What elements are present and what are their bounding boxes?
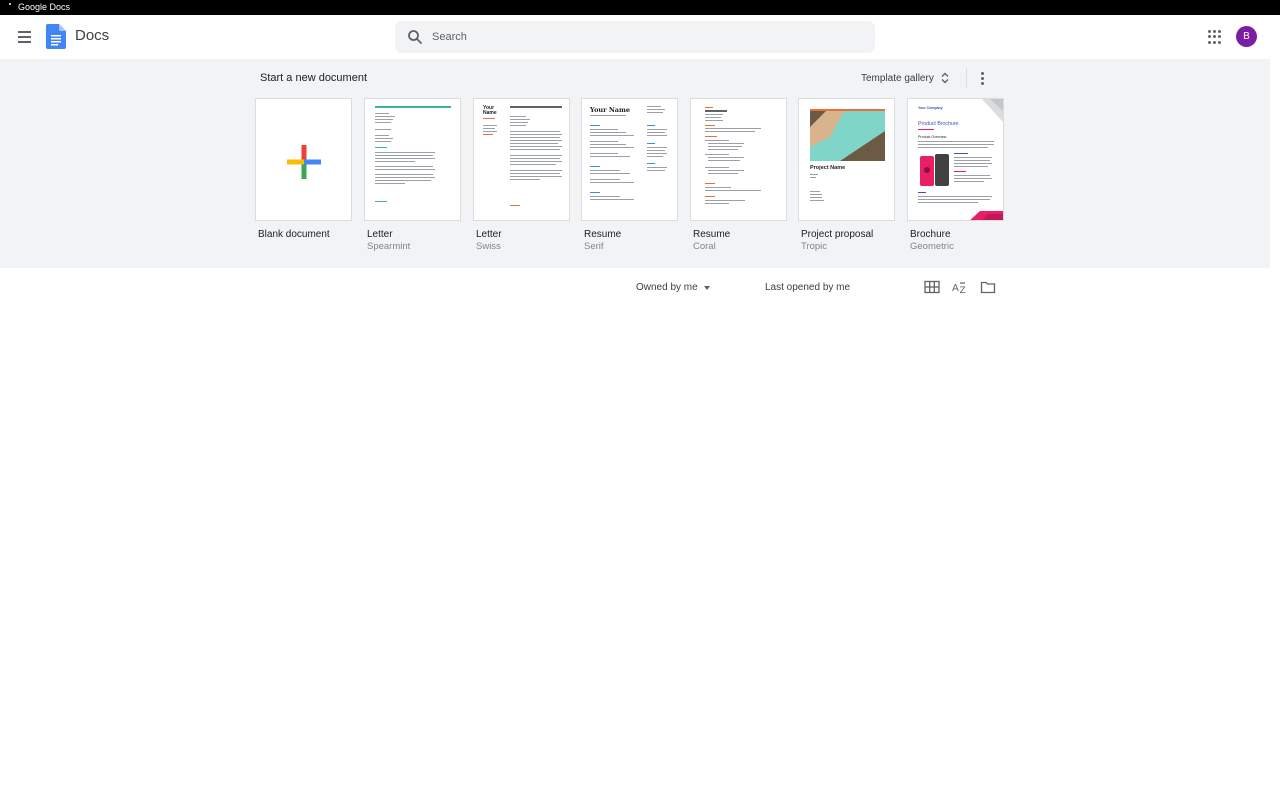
template-style: Serif: [584, 241, 604, 252]
hamburger-line: [17, 41, 31, 43]
template-card-project-proposal-tropic[interactable]: Project Name Project proposal Tropic: [798, 98, 896, 252]
thumb-subheading: Product Overview: [918, 135, 947, 139]
template-card-letter-spearmint[interactable]: Letter Spearmint: [364, 98, 462, 252]
template-name: Letter: [367, 229, 393, 240]
os-title-bar: Google Docs: [0, 0, 1280, 15]
google-apps-icon[interactable]: [1206, 28, 1224, 46]
template-thumbnail[interactable]: Project Name: [798, 98, 895, 221]
template-name: Brochure: [910, 229, 951, 240]
template-thumbnail[interactable]: [690, 98, 787, 221]
geometric-corner-art: [982, 99, 1003, 122]
divider: [966, 68, 967, 88]
template-gallery-label: Template gallery: [861, 72, 934, 84]
search-input[interactable]: [432, 21, 852, 53]
tropic-cover-art: [810, 109, 885, 161]
main-menu-button[interactable]: [12, 25, 36, 49]
thumb-heading: Your Name: [483, 105, 497, 116]
sort-button[interactable]: Last opened by me: [765, 282, 850, 293]
template-thumbnail[interactable]: Your Name: [581, 98, 678, 221]
thumb-company: Your Company: [918, 106, 943, 110]
hamburger-line: [17, 31, 31, 33]
template-thumbnail[interactable]: Your Company Product Brochure Product Ov…: [907, 98, 1004, 221]
dropdown-arrow-icon: [703, 285, 710, 290]
template-section: Start a new document Template gallery Bl…: [0, 59, 1270, 268]
thumb-heading: Product Brochure: [918, 121, 959, 127]
folder-icon[interactable]: [980, 280, 996, 294]
template-style: Spearmint: [367, 241, 411, 252]
template-name: Resume: [693, 229, 731, 240]
plus-icon: [287, 145, 321, 179]
owner-filter-dropdown[interactable]: Owned by me: [636, 282, 710, 293]
template-gallery-button[interactable]: Template gallery: [856, 67, 955, 89]
app-header: Docs B: [0, 15, 1280, 59]
template-style: Coral: [693, 241, 716, 252]
app-title[interactable]: Docs: [75, 27, 109, 44]
template-card-resume-serif[interactable]: Your Name Resume Serif: [581, 98, 679, 252]
owner-filter-label: Owned by me: [636, 282, 698, 293]
os-window-title: Google Docs: [18, 2, 71, 12]
template-name: Project proposal: [801, 229, 874, 240]
grid-view-icon[interactable]: [924, 280, 940, 294]
thumb-heading: Project Name: [810, 165, 846, 171]
template-card-brochure-geometric[interactable]: Your Company Product Brochure Product Ov…: [907, 98, 1005, 252]
search-icon[interactable]: [407, 29, 423, 45]
more-options-icon[interactable]: [975, 69, 989, 87]
sort-az-icon[interactable]: A Z: [952, 280, 968, 294]
phone-image: [918, 153, 952, 189]
template-thumbnail[interactable]: [255, 98, 352, 221]
search-bar[interactable]: [395, 21, 875, 53]
thumb-heading: Your Name: [590, 106, 630, 114]
section-title: Start a new document: [260, 72, 368, 84]
docs-logo-icon[interactable]: [46, 24, 66, 49]
template-name: Letter: [476, 229, 502, 240]
unfold-icon: [941, 72, 949, 84]
svg-text:Z: Z: [960, 286, 966, 294]
template-name: Resume: [584, 229, 622, 240]
template-thumbnail[interactable]: Your Name: [473, 98, 570, 221]
account-avatar[interactable]: B: [1236, 26, 1257, 47]
template-style: Geometric: [910, 241, 954, 252]
template-card-blank[interactable]: Blank document: [255, 98, 353, 240]
template-card-resume-coral[interactable]: Resume Coral: [690, 98, 788, 252]
template-name: Blank document: [258, 229, 330, 240]
geometric-footer-art: [970, 211, 1003, 220]
hamburger-line: [17, 36, 31, 38]
svg-text:A: A: [952, 283, 959, 294]
template-thumbnail[interactable]: [364, 98, 461, 221]
template-card-letter-swiss[interactable]: Your Name Letter Swiss: [473, 98, 571, 252]
template-style: Tropic: [801, 241, 828, 252]
window-dot-icon: [9, 3, 11, 5]
template-style: Swiss: [476, 241, 501, 252]
